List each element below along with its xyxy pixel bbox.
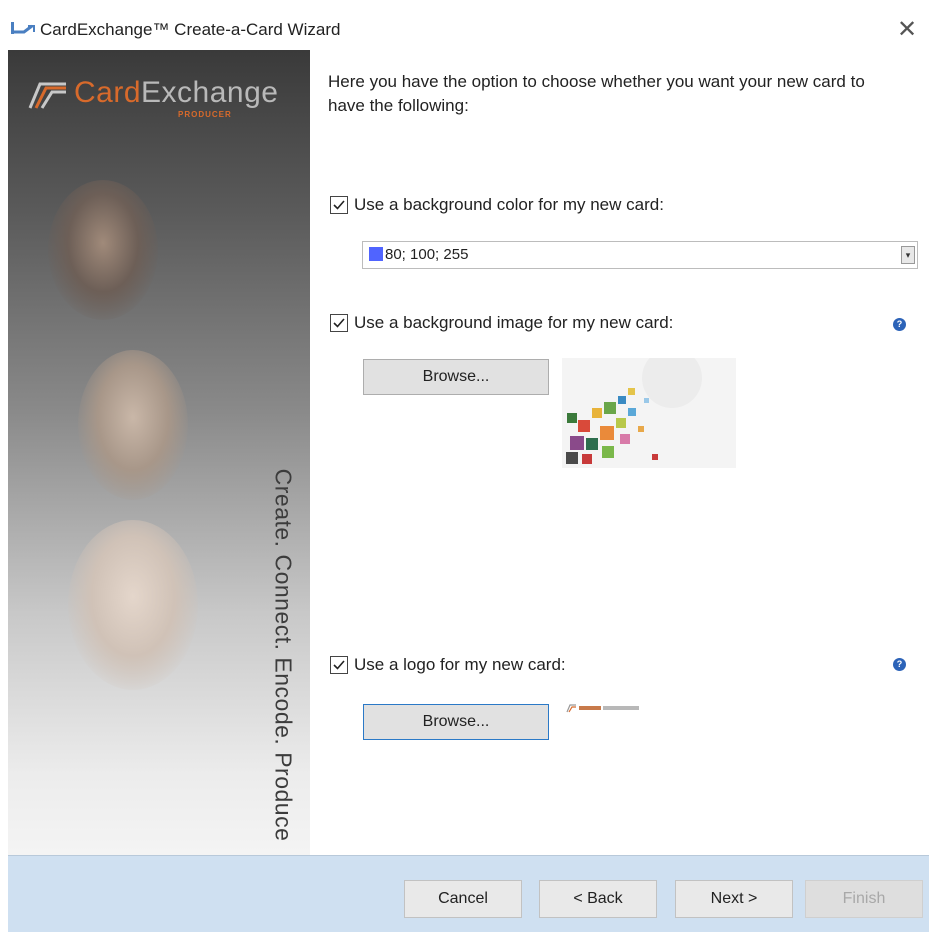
color-swatch	[369, 247, 383, 261]
background-image-checkbox[interactable]	[330, 314, 348, 332]
checkmark-icon	[333, 318, 345, 328]
background-image-option[interactable]: Use a background image for my new card:	[330, 313, 673, 333]
banner-slogan: Create. Connect. Encode. Produce	[263, 420, 303, 855]
cardexchange-logo: CardExchange PRODUCER	[26, 74, 306, 124]
background-color-value: 80; 100; 255	[385, 246, 469, 263]
help-icon[interactable]: ?	[893, 318, 906, 331]
checkmark-icon	[333, 660, 345, 670]
logo-text-exchange: Exchange	[141, 76, 279, 109]
background-color-label: Use a background color for my new card:	[354, 195, 664, 214]
cancel-button[interactable]: Cancel	[404, 880, 522, 918]
background-color-option[interactable]: Use a background color for my new card:	[330, 195, 664, 215]
browse-background-image-button[interactable]: Browse...	[363, 359, 549, 395]
cardexchange-app-icon	[10, 20, 36, 38]
banner-photo-person-3	[68, 520, 198, 690]
wizard-side-banner: CardExchange PRODUCER Create. Connect. E…	[8, 50, 310, 855]
intro-text: Here you have the option to choose wheth…	[328, 72, 865, 115]
chevron-down-icon[interactable]: ▾	[901, 246, 915, 264]
logo-option[interactable]: Use a logo for my new card:	[330, 655, 566, 675]
title-bar[interactable]: CardExchange™ Create-a-Card Wizard ✕	[0, 0, 929, 50]
background-color-checkbox[interactable]	[330, 196, 348, 214]
banner-photo-person-1	[48, 180, 158, 320]
logo-subtitle: PRODUCER	[178, 110, 232, 119]
next-button[interactable]: Next >	[675, 880, 793, 918]
finish-button[interactable]: Finish	[805, 880, 923, 918]
cardexchange-logo-icon	[28, 82, 66, 109]
banner-slogan-text: Create. Connect. Encode. Produce	[270, 468, 297, 842]
window-title: CardExchange™ Create-a-Card Wizard	[40, 20, 341, 39]
logo-wordmark: CardExchange	[74, 76, 278, 110]
close-button[interactable]: ✕	[885, 12, 929, 48]
background-image-label: Use a background image for my new card:	[354, 313, 674, 332]
banner-photo-person-2	[78, 350, 188, 500]
back-button[interactable]: < Back	[539, 880, 657, 918]
help-icon[interactable]: ?	[893, 658, 906, 671]
close-icon: ✕	[896, 16, 918, 43]
background-color-dropdown[interactable]: 80; 100; 255 ▾	[362, 241, 918, 269]
logo-text-card: Card	[74, 76, 142, 109]
logo-checkbox[interactable]	[330, 656, 348, 674]
background-image-preview	[562, 358, 736, 468]
checkmark-icon	[333, 200, 345, 210]
logo-label: Use a logo for my new card:	[354, 655, 566, 674]
logo-preview	[566, 702, 666, 714]
browse-logo-button[interactable]: Browse...	[363, 704, 549, 740]
